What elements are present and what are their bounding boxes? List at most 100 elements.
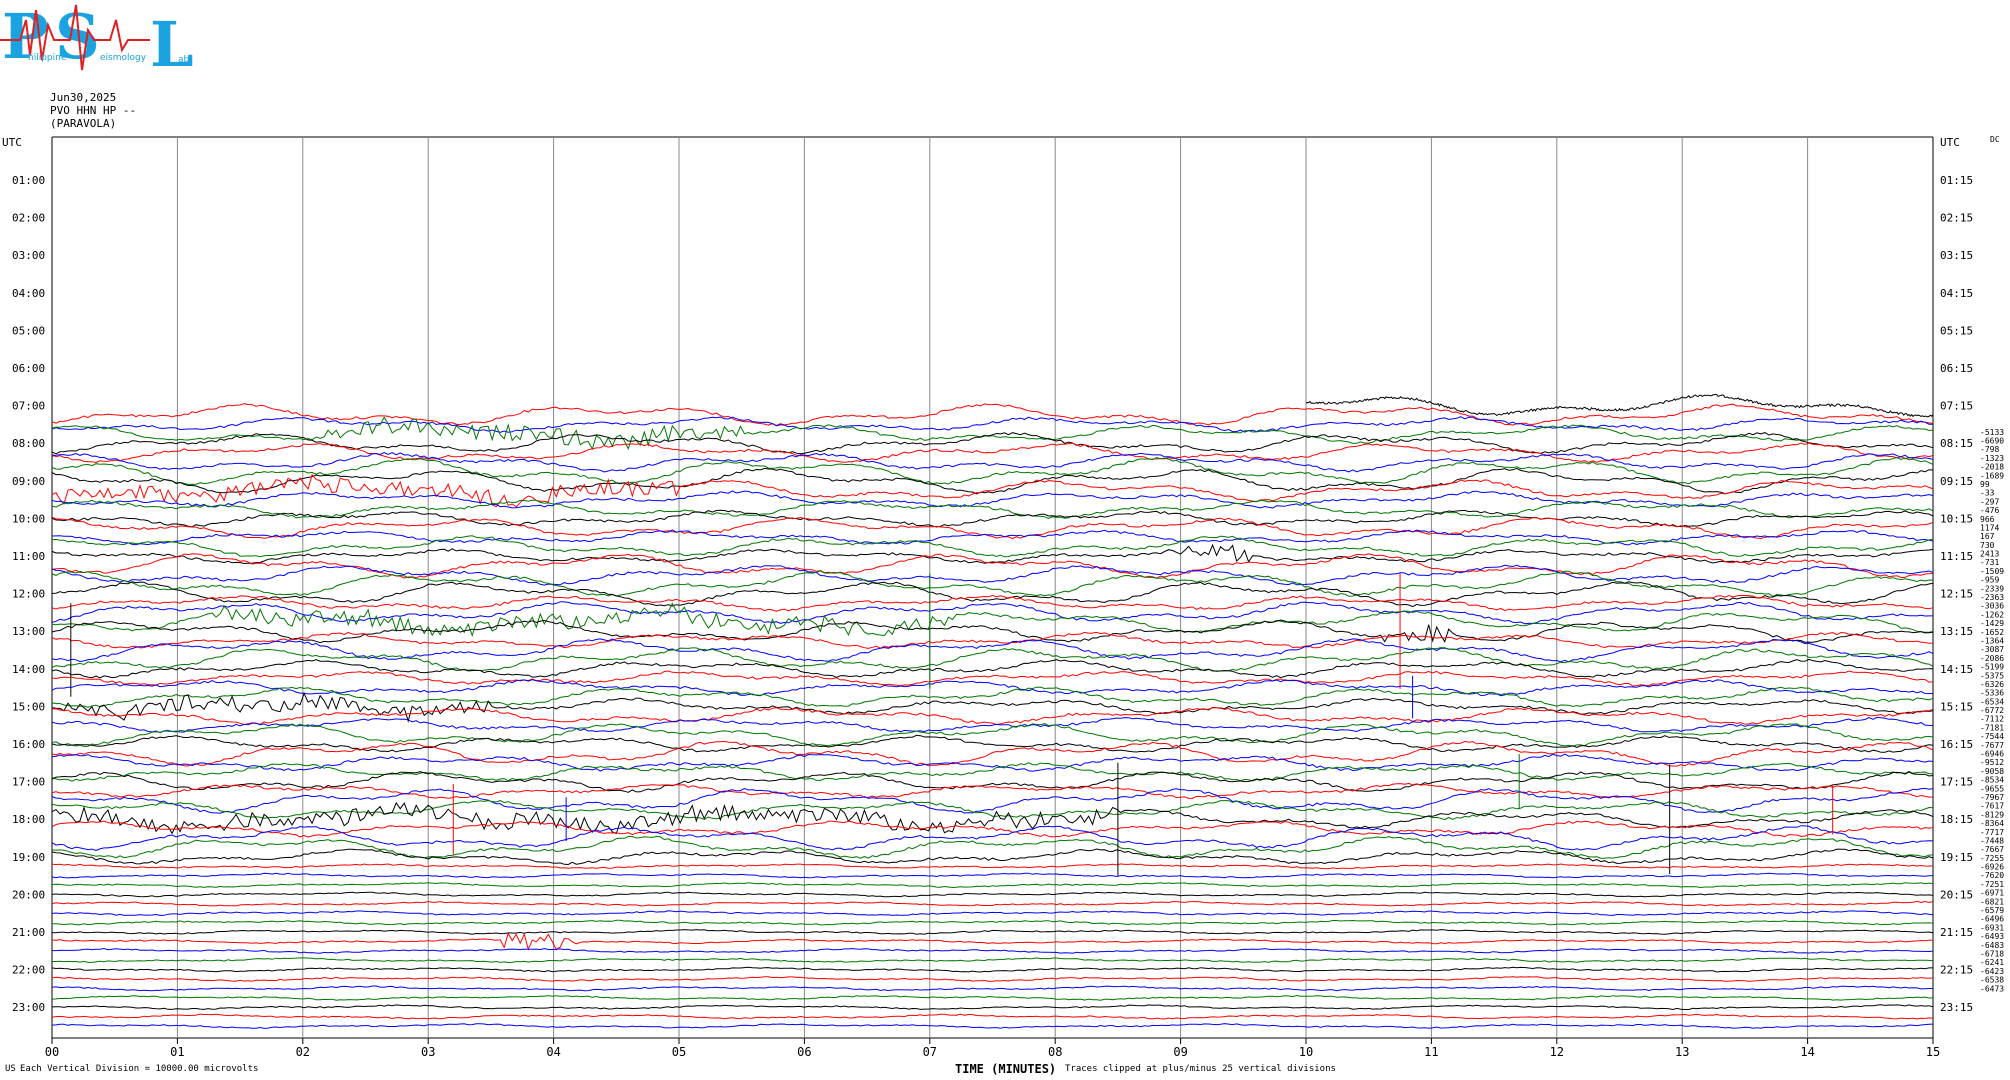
- dc-offset-label: -297: [1980, 497, 1999, 506]
- seismic-trace: [51, 782, 1934, 799]
- x-tick-label: 12: [1550, 1045, 1564, 1059]
- hour-label-left: 16:00: [12, 738, 45, 751]
- seismic-trace: [51, 499, 1934, 519]
- dc-offset-label: -7667: [1980, 845, 2004, 854]
- dc-offset-label: -731: [1980, 558, 1999, 567]
- seismic-trace: [51, 891, 1934, 898]
- hour-label-right: 16:15: [1940, 738, 1973, 751]
- seismic-trace: [51, 601, 1933, 625]
- dc-offset-label: -8129: [1980, 810, 2004, 819]
- dc-offset-label: -1364: [1980, 636, 2004, 645]
- dc-offset-label: -798: [1980, 445, 1999, 454]
- utc-right-label: UTC: [1940, 136, 1960, 149]
- dc-offset-label: -6534: [1980, 697, 2004, 706]
- seismic-trace: [51, 932, 1934, 951]
- dc-offset-label: -5375: [1980, 671, 2004, 680]
- hour-label-right: 22:15: [1940, 964, 1973, 977]
- x-tick-label: 03: [421, 1045, 435, 1059]
- dc-offset-label: -3036: [1980, 602, 2004, 611]
- seismic-trace: [51, 442, 1934, 464]
- hour-label-right: 12:15: [1940, 588, 1973, 601]
- seismic-trace: [51, 835, 1934, 859]
- dc-offset-label: 1174: [1980, 523, 1999, 532]
- hour-label-left: 23:00: [12, 1001, 45, 1014]
- hour-label-right: 20:15: [1940, 888, 1973, 901]
- dc-offset-label: -2339: [1980, 584, 2004, 593]
- dc-offset-label: -6971: [1980, 889, 2004, 898]
- seismic-trace: [51, 863, 1934, 870]
- dc-offset-label: 730: [1980, 541, 1995, 550]
- seismic-trace: [51, 581, 1934, 608]
- x-tick-label: 01: [170, 1045, 184, 1059]
- hour-label-right: 05:15: [1940, 324, 1973, 337]
- hour-label-left: 07:00: [12, 400, 45, 413]
- hour-label-left: 02:00: [12, 212, 45, 225]
- dc-offset-label: -6926: [1980, 863, 2004, 872]
- hour-label-left: 22:00: [12, 964, 45, 977]
- hour-label-right: 08:15: [1940, 437, 1973, 450]
- seismic-trace: [52, 919, 1934, 926]
- dc-offset-label: 167: [1980, 532, 1995, 541]
- dc-offset-label: -9655: [1980, 784, 2004, 793]
- dc-offset-label: 99: [1980, 480, 1990, 489]
- hour-label-right: 09:15: [1940, 475, 1973, 488]
- dc-offset-label: -8364: [1980, 819, 2004, 828]
- clip-note: Traces clipped at plus/minus 25 vertical…: [1065, 1064, 1336, 1074]
- dc-offset-label: -6579: [1980, 906, 2004, 915]
- dc-offset-label: -6493: [1980, 932, 2004, 941]
- seismic-trace: [51, 1023, 1934, 1029]
- seismic-trace: [51, 543, 1934, 565]
- x-tick-label: 13: [1675, 1045, 1689, 1059]
- seismic-trace: [51, 872, 1934, 879]
- seismic-trace: [51, 529, 1934, 546]
- seismic-trace: [51, 403, 1934, 427]
- dc-offset-label: -2363: [1980, 593, 2004, 602]
- dc-offset-label: -1652: [1980, 628, 2004, 637]
- hour-label-left: 01:00: [12, 174, 45, 187]
- seismic-trace: [51, 553, 1934, 579]
- x-axis-title: TIME (MINUTES): [955, 1062, 1057, 1076]
- dc-offset-label: -6931: [1980, 923, 2004, 932]
- dc-offset-label: -6538: [1980, 976, 2004, 985]
- dc-offset-label: -6690: [1980, 436, 2004, 445]
- dc-offset-label: -5336: [1980, 689, 2004, 698]
- hour-label-left: 14:00: [12, 663, 45, 676]
- utc-left-label: UTC: [2, 136, 22, 149]
- seismic-trace: [51, 594, 1934, 612]
- seismic-trace: [51, 787, 1934, 814]
- dc-offset-label: -6946: [1980, 750, 2004, 759]
- seismic-trace: [51, 570, 1934, 597]
- dc-offset-label: -1429: [1980, 619, 2004, 628]
- dc-offset-label: -2018: [1980, 463, 2004, 472]
- seismic-trace: [51, 1013, 1934, 1020]
- dc-offset-label: -7112: [1980, 715, 2004, 724]
- hour-label-left: 03:00: [12, 249, 45, 262]
- x-tick-label: 06: [797, 1045, 811, 1059]
- dc-offset-label: -1262: [1980, 610, 2004, 619]
- dc-offset-label: -7251: [1980, 880, 2004, 889]
- x-tick-label: 14: [1800, 1045, 1814, 1059]
- hour-label-left: 21:00: [12, 926, 45, 939]
- dc-offset-label: -9512: [1980, 758, 2004, 767]
- x-tick-label: 15: [1926, 1045, 1940, 1059]
- x-tick-label: 00: [45, 1045, 59, 1059]
- seismic-trace: [51, 451, 1934, 473]
- seismic-trace: [51, 473, 1934, 508]
- dc-offset-label: -5133: [1980, 428, 2004, 437]
- hour-label-left: 15:00: [12, 700, 45, 713]
- dc-offset-label: -7677: [1980, 741, 2004, 750]
- dc-offset-label: -9058: [1980, 767, 2004, 776]
- helicorder-chart: 00 01 02 03 04 05 06 07 08 09 10 11 12 13 14 15 UTC UTC DC…: [2, 135, 2004, 1059]
- seismic-trace: [51, 820, 1934, 838]
- hour-label-right: 15:15: [1940, 700, 1973, 713]
- seismic-trace: [51, 771, 1934, 793]
- dc-offset-label: -7181: [1980, 723, 2004, 732]
- hour-label-left: 09:00: [12, 475, 45, 488]
- seismic-trace: [51, 490, 1934, 509]
- dc-offset-label: -7967: [1980, 793, 2004, 802]
- hour-label-left: 18:00: [12, 813, 45, 826]
- dc-offset-label: -7448: [1980, 836, 2004, 845]
- dc-offset-label: -2086: [1980, 654, 2004, 663]
- hour-label-right: 10:15: [1940, 512, 1973, 525]
- dc-offset-label: -6326: [1980, 680, 2004, 689]
